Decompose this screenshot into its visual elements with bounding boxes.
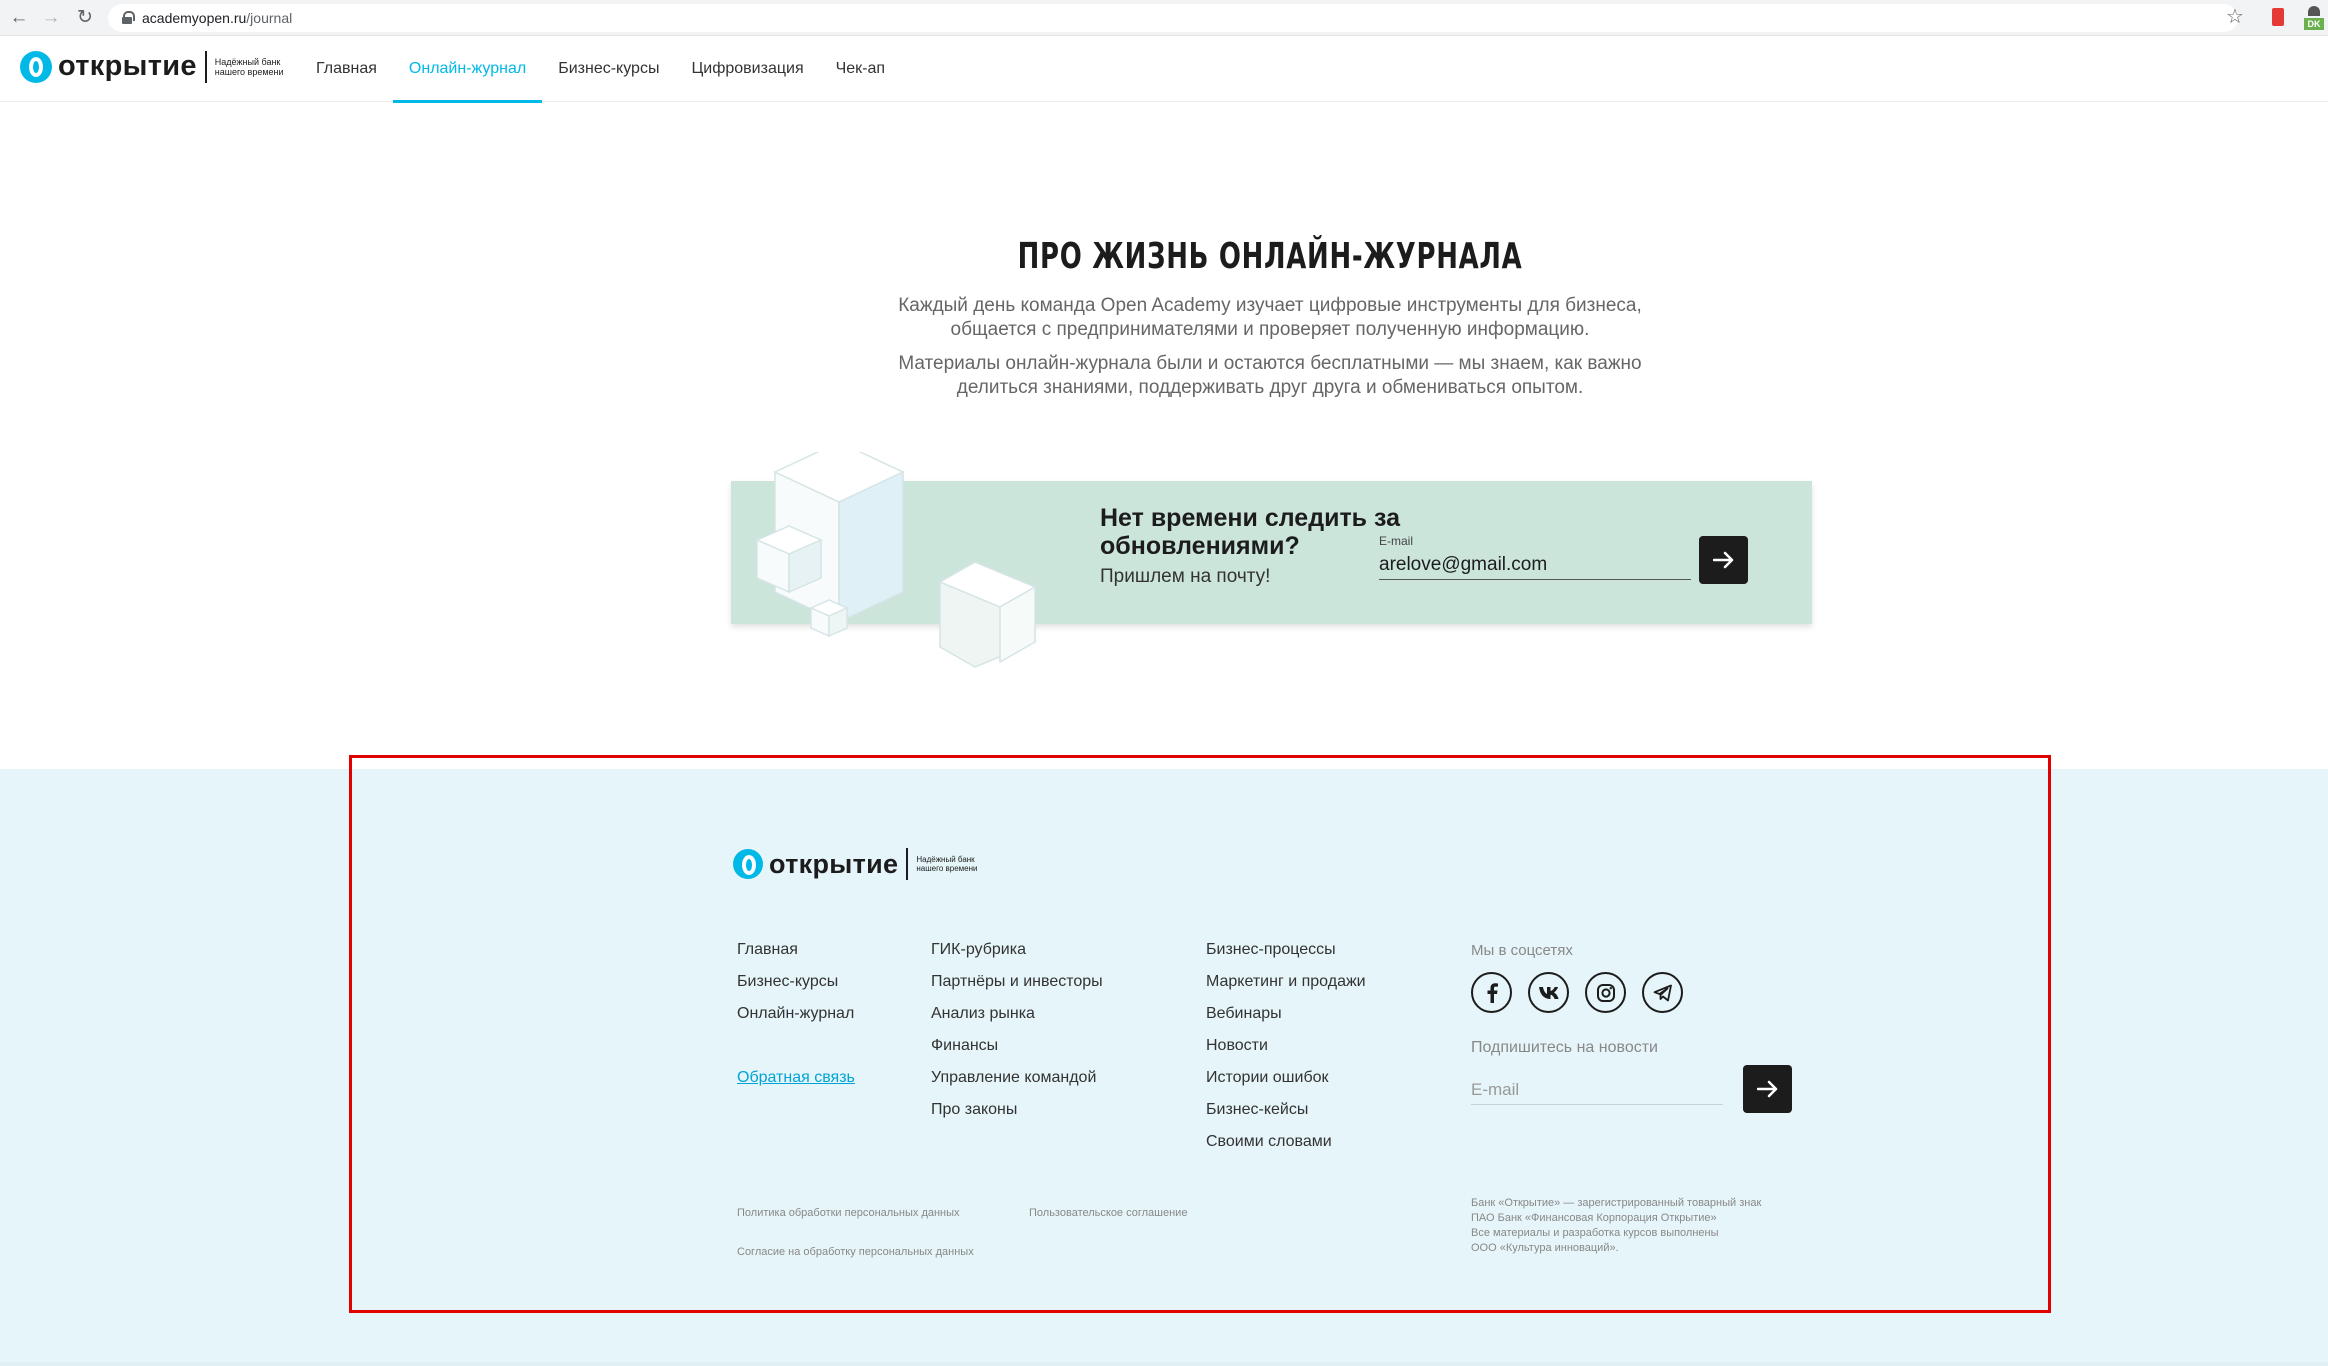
- page-title: ПРО ЖИЗНЬ ОНЛАЙН-ЖУРНАЛА: [1017, 236, 1523, 277]
- bookmark-star-icon[interactable]: ☆: [2226, 4, 2244, 29]
- email-label: E-mail: [1379, 534, 1414, 548]
- subscribe-subtitle: Пришлем на почту!: [1100, 566, 1271, 587]
- subscribe-title: Нет времени следить за обновлениями?: [1100, 504, 1400, 560]
- footer-column-topics-1: ГИК-рубрика Партнёры и инвесторы Анализ …: [931, 940, 1103, 1132]
- arrow-right-icon: [1756, 1080, 1777, 1098]
- reload-icon[interactable]: ↻: [74, 7, 96, 29]
- footer-subscribe-button[interactable]: [1743, 1065, 1792, 1113]
- footer-logo[interactable]: открытие Надёжный банк нашего времени: [733, 848, 984, 880]
- otkritie-logo-icon: [733, 849, 763, 879]
- back-arrow-icon[interactable]: ←: [8, 7, 30, 29]
- logo-wordmark: открытие: [58, 50, 197, 82]
- social-label: Мы в соцсетях: [1471, 942, 1573, 959]
- footer-link-feedback[interactable]: Обратная связь: [737, 1068, 855, 1100]
- footer-link-news[interactable]: Новости: [1206, 1036, 1366, 1068]
- otkritie-logo-icon: [20, 50, 52, 83]
- browser-toolbar: ← → ↻ academyopen.ru/journal ☆ DK: [0, 0, 2328, 36]
- logo-divider: [204, 50, 207, 83]
- copyright-line: ПАО Банк «Финансовая Корпорация Открытие…: [1471, 1212, 1717, 1224]
- nav-item-journal[interactable]: Онлайн-журнал: [392, 36, 543, 103]
- vk-icon[interactable]: [1528, 972, 1569, 1013]
- copyright-line: Все материалы и разработка курсов выполн…: [1471, 1227, 1719, 1239]
- footer-link-business-cases[interactable]: Бизнес-кейсы: [1206, 1100, 1366, 1132]
- instagram-icon[interactable]: [1585, 972, 1626, 1013]
- privacy-policy-link[interactable]: Политика обработки персональных данных: [737, 1207, 960, 1219]
- main-nav: Главная Онлайн-журнал Бизнес-курсы Цифро…: [300, 36, 901, 103]
- hero-paragraph-1: Каждый день команда Open Academy изучает…: [898, 295, 1642, 340]
- url-text: academyopen.ru/journal: [142, 10, 293, 26]
- logo-tagline: Надёжный банк нашего времени: [214, 56, 284, 77]
- user-agreement-link[interactable]: Пользовательское соглашение: [1029, 1207, 1187, 1219]
- footer-link-partners[interactable]: Партнёры и инвесторы: [931, 972, 1103, 1004]
- footer-link-marketing[interactable]: Маркетинг и продажи: [1206, 972, 1366, 1004]
- footer-link-geek[interactable]: ГИК-рубрика: [931, 940, 1103, 972]
- footer-column-main: Главная Бизнес-курсы Онлайн-журнал Обрат…: [737, 940, 855, 1100]
- footer-link-webinars[interactable]: Вебинары: [1206, 1004, 1366, 1036]
- arrow-right-icon: [1712, 551, 1733, 569]
- footer-link-own-words[interactable]: Своими словами: [1206, 1132, 1366, 1164]
- footer-link-business-processes[interactable]: Бизнес-процессы: [1206, 940, 1366, 972]
- extension-dk-icon[interactable]: DK: [2304, 6, 2324, 30]
- data-consent-link[interactable]: Согласие на обработку персональных данны…: [737, 1246, 974, 1258]
- header-logo[interactable]: открытие Надёжный банк нашего времени: [20, 50, 287, 83]
- nav-item-digitalization[interactable]: Цифровизация: [675, 36, 819, 102]
- footer-email-input[interactable]: [1471, 1075, 1723, 1105]
- page-bottom-edge: [0, 1362, 2328, 1366]
- footer-logo-wordmark: открытие: [769, 848, 899, 879]
- nav-item-checkup[interactable]: Чек-ап: [820, 36, 901, 102]
- social-links: [1471, 972, 1683, 1013]
- cubes-illustration: [755, 452, 1037, 668]
- subscribe-submit-button[interactable]: [1699, 536, 1748, 584]
- footer-link-courses[interactable]: Бизнес-курсы: [737, 972, 855, 1004]
- footer-link-market-analysis[interactable]: Анализ рынка: [931, 1004, 1103, 1036]
- copyright-line: Банк «Открытие» — зарегистрированный тов…: [1471, 1197, 1762, 1209]
- newsletter-label: Подпишитесь на новости: [1471, 1039, 1658, 1056]
- footer-link-finance[interactable]: Финансы: [931, 1036, 1103, 1068]
- footer-link-team-management[interactable]: Управление командой: [931, 1068, 1103, 1100]
- copyright-line: ООО «Культура инноваций».: [1471, 1242, 1619, 1254]
- footer-link-laws[interactable]: Про законы: [931, 1100, 1103, 1132]
- copyright-text: Банк «Открытие» — зарегистрированный тов…: [1471, 1196, 1871, 1256]
- footer-logo-tagline: Надёжный банк нашего времени: [916, 855, 978, 873]
- extension-red-icon[interactable]: [2272, 8, 2284, 26]
- forward-arrow-icon[interactable]: →: [40, 7, 62, 29]
- subscribe-email-input[interactable]: [1379, 550, 1691, 580]
- logo-divider: [906, 848, 909, 880]
- site-header: открытие Надёжный банк нашего времени Гл…: [0, 36, 2328, 103]
- address-bar[interactable]: academyopen.ru/journal: [108, 4, 2238, 32]
- telegram-icon[interactable]: [1642, 972, 1683, 1013]
- footer-column-topics-2: Бизнес-процессы Маркетинг и продажи Веби…: [1206, 940, 1366, 1164]
- site-footer: [0, 769, 2328, 1366]
- hero-paragraph-2: Материалы онлайн-журнала были и остаются…: [898, 353, 1642, 398]
- footer-link-journal[interactable]: Онлайн-журнал: [737, 1004, 855, 1036]
- facebook-icon[interactable]: [1471, 972, 1512, 1013]
- footer-link-home[interactable]: Главная: [737, 940, 855, 972]
- footer-link-failure-stories[interactable]: Истории ошибок: [1206, 1068, 1366, 1100]
- nav-item-courses[interactable]: Бизнес-курсы: [542, 36, 675, 102]
- lock-icon: [122, 11, 135, 24]
- nav-item-home[interactable]: Главная: [300, 36, 393, 102]
